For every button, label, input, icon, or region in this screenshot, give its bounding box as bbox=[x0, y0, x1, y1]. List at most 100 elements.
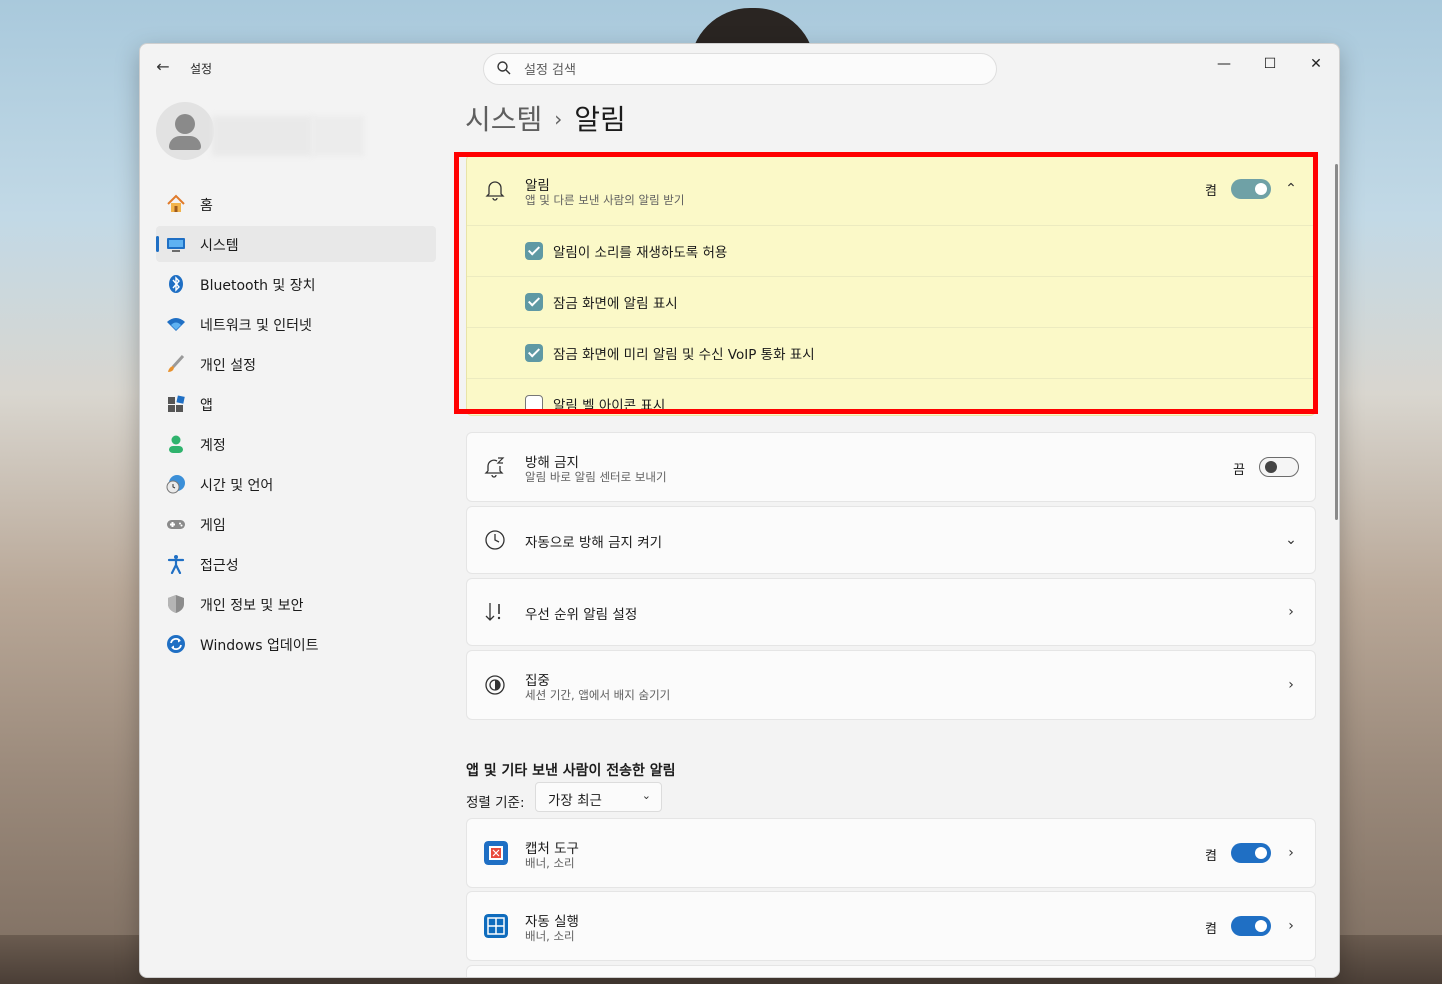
settings-window: ← 설정 — ☐ ✕ 홈 bbox=[139, 43, 1340, 978]
shield-icon bbox=[168, 595, 184, 613]
option-label: 알림이 소리를 재생하도록 허용 bbox=[553, 245, 728, 261]
toggle-knob bbox=[1255, 920, 1267, 932]
checkbox-reminders-voip[interactable] bbox=[525, 344, 543, 362]
sidebar-item-system[interactable]: 시스템 bbox=[156, 226, 436, 262]
chevron-up-icon[interactable]: ⌃ bbox=[1283, 181, 1299, 197]
chevron-down-icon[interactable]: ⌄ bbox=[1283, 532, 1299, 548]
app-toggle[interactable] bbox=[1231, 916, 1271, 936]
app-state-label: 켬 bbox=[1205, 922, 1217, 937]
option-label: 잠금 화면에 알림 표시 bbox=[553, 296, 678, 312]
app-toggle[interactable] bbox=[1231, 843, 1271, 863]
clock-icon bbox=[485, 530, 505, 550]
notif-option-reminders-voip[interactable]: 잠금 화면에 미리 알림 및 수신 VoIP 통화 표시 bbox=[467, 327, 1315, 378]
checkbox-sound[interactable] bbox=[525, 242, 543, 260]
notifications-card[interactable]: 알림 앱 및 다른 보낸 사람의 알림 받기 켬 ⌃ 알림이 소리를 재생하도록… bbox=[466, 154, 1316, 416]
toggle-knob bbox=[1255, 183, 1267, 195]
main-content: 알림 앱 및 다른 보낸 사람의 알림 받기 켬 ⌃ 알림이 소리를 재생하도록… bbox=[466, 154, 1316, 977]
arrow-left-icon: ← bbox=[156, 57, 170, 76]
app-row-autorun[interactable]: 자동 실행 배너, 소리 켬 › bbox=[466, 891, 1316, 961]
sidebar-item-gaming[interactable]: 게임 bbox=[156, 506, 436, 542]
sidebar-item-label: 계정 bbox=[200, 438, 226, 454]
sidebar-item-label: Windows 업데이트 bbox=[200, 638, 319, 654]
app-detail: 배너, 소리 bbox=[525, 856, 575, 870]
auto-dnd-card[interactable]: 자동으로 방해 금지 켜기 ⌄ bbox=[466, 506, 1316, 574]
sidebar-item-label: 네트워크 및 인터넷 bbox=[200, 318, 312, 334]
search-input[interactable] bbox=[522, 58, 986, 82]
sidebar-item-label: 시스템 bbox=[200, 238, 239, 254]
autorun-icon bbox=[484, 914, 508, 938]
notif-option-lock-screen[interactable]: 잠금 화면에 알림 표시 bbox=[467, 276, 1315, 327]
search-box[interactable] bbox=[483, 53, 997, 85]
update-icon bbox=[167, 635, 185, 653]
bell-icon bbox=[485, 181, 505, 201]
toggle-knob bbox=[1255, 847, 1267, 859]
sort-value: 가장 최근 bbox=[548, 793, 602, 809]
focus-subtitle: 세션 기간, 앱에서 배지 숨기기 bbox=[525, 688, 671, 702]
sidebar-item-privacy[interactable]: 개인 정보 및 보안 bbox=[156, 586, 436, 622]
app-row-snipping-tool[interactable]: 캡처 도구 배너, 소리 켬 › bbox=[466, 818, 1316, 888]
dnd-card[interactable]: 방해 금지 알림 바로 알림 센터로 보내기 끔 bbox=[466, 432, 1316, 502]
dnd-state-label: 끔 bbox=[1233, 463, 1245, 478]
notifications-subtitle: 앱 및 다른 보낸 사람의 알림 받기 bbox=[525, 193, 685, 207]
priority-card[interactable]: 우선 순위 알림 설정 › bbox=[466, 578, 1316, 646]
sidebar-item-home[interactable]: 홈 bbox=[156, 186, 436, 222]
breadcrumb: 시스템 › 알림 bbox=[465, 98, 626, 138]
notif-option-bell-icon[interactable]: 알림 벨 아이콘 표시 bbox=[467, 378, 1315, 415]
sidebar-item-label: 개인 정보 및 보안 bbox=[200, 598, 304, 614]
title-bar: ← 설정 — ☐ ✕ bbox=[140, 44, 1339, 90]
back-button[interactable]: ← bbox=[150, 56, 176, 78]
notifications-state-label: 켬 bbox=[1205, 184, 1217, 199]
bell-snooze-icon bbox=[484, 457, 505, 478]
close-button[interactable]: ✕ bbox=[1293, 50, 1339, 78]
chevron-right-icon[interactable]: › bbox=[1283, 845, 1299, 861]
sidebar-item-apps[interactable]: 앱 bbox=[156, 386, 436, 422]
sidebar-item-personalization[interactable]: 개인 설정 bbox=[156, 346, 436, 382]
accessibility-icon bbox=[167, 555, 185, 574]
breadcrumb-parent[interactable]: 시스템 bbox=[465, 103, 542, 136]
notifications-title: 알림 bbox=[525, 178, 550, 194]
option-label: 잠금 화면에 미리 알림 및 수신 VoIP 통화 표시 bbox=[553, 347, 815, 363]
app-name: 캡처 도구 bbox=[525, 841, 579, 857]
dnd-toggle[interactable] bbox=[1259, 457, 1299, 477]
sidebar-item-accessibility[interactable]: 접근성 bbox=[156, 546, 436, 582]
sort-label: 정렬 기준: bbox=[466, 795, 525, 811]
sidebar-item-label: 홈 bbox=[200, 198, 213, 214]
scrollbar[interactable] bbox=[1335, 164, 1338, 520]
sort-dropdown[interactable]: 가장 최근 ⌄ bbox=[535, 782, 662, 812]
app-title: 설정 bbox=[190, 62, 213, 76]
brush-icon bbox=[168, 354, 185, 372]
sidebar-item-network[interactable]: 네트워크 및 인터넷 bbox=[156, 306, 436, 342]
chevron-right-icon[interactable]: › bbox=[1283, 918, 1299, 934]
sidebar-item-accounts[interactable]: 계정 bbox=[156, 426, 436, 462]
sidebar-item-windows-update[interactable]: Windows 업데이트 bbox=[156, 626, 436, 662]
option-label: 알림 벨 아이콘 표시 bbox=[553, 398, 666, 414]
sidebar-item-time-language[interactable]: 시간 및 언어 bbox=[156, 466, 436, 502]
notifications-toggle[interactable] bbox=[1231, 179, 1271, 199]
blurred-user-email bbox=[312, 116, 364, 156]
avatar bbox=[156, 102, 214, 160]
maximize-button[interactable]: ☐ bbox=[1247, 50, 1293, 78]
blurred-user-name bbox=[212, 116, 312, 156]
minimize-button[interactable]: — bbox=[1201, 50, 1247, 78]
sidebar-item-bluetooth[interactable]: Bluetooth 및 장치 bbox=[156, 266, 436, 302]
user-profile[interactable] bbox=[156, 102, 426, 162]
avatar-body bbox=[169, 136, 201, 150]
checkbox-bell-icon[interactable] bbox=[525, 395, 543, 413]
search-icon bbox=[497, 61, 511, 75]
toggle-knob bbox=[1265, 461, 1277, 473]
system-icon bbox=[167, 238, 185, 252]
breadcrumb-separator: › bbox=[554, 107, 563, 131]
focus-card[interactable]: 집중 세션 기간, 앱에서 배지 숨기기 › bbox=[466, 650, 1316, 720]
account-icon bbox=[169, 435, 183, 453]
dnd-title: 방해 금지 bbox=[525, 455, 579, 471]
app-name: 자동 실행 bbox=[525, 914, 579, 930]
priority-sort-icon bbox=[485, 603, 501, 621]
chevron-right-icon[interactable]: › bbox=[1283, 604, 1299, 620]
checkbox-lock-screen[interactable] bbox=[525, 293, 543, 311]
priority-title: 우선 순위 알림 설정 bbox=[525, 607, 638, 623]
focus-title: 집중 bbox=[525, 673, 550, 689]
chevron-right-icon[interactable]: › bbox=[1283, 677, 1299, 693]
sidebar-item-label: 시간 및 언어 bbox=[200, 478, 274, 494]
notif-option-sound[interactable]: 알림이 소리를 재생하도록 허용 bbox=[467, 225, 1315, 276]
app-row-partial[interactable] bbox=[466, 965, 1316, 977]
